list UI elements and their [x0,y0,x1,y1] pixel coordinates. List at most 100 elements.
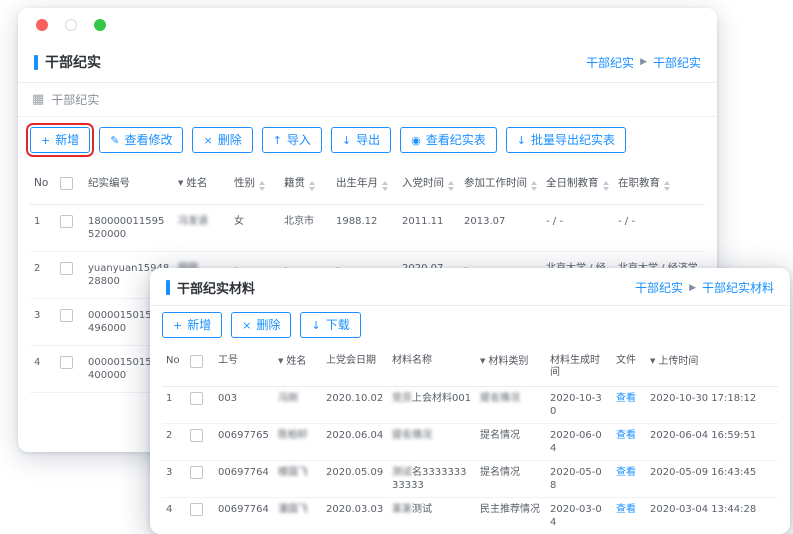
cell-text: 冯发语 [178,216,208,227]
sort-icon[interactable] [448,181,454,191]
filter-icon[interactable]: ▼ [278,357,283,365]
row-checkbox[interactable] [60,309,73,322]
cell: 提名情况 [476,424,546,461]
row-checkbox[interactable] [60,215,73,228]
table-header-row: No纪实编号▼姓名性别籍贯出生年月入党时间参加工作时间全日制教育在职教育 [30,167,705,205]
delete-button[interactable]: ×删除 [231,312,291,338]
row-checkbox[interactable] [190,503,203,516]
cell-text: 2020-10-30 [550,393,602,417]
sort-icon[interactable] [531,181,537,191]
cell: 提名情况 [476,387,546,424]
column-header[interactable]: ▼姓名 [274,348,322,387]
column-header-no: No [162,348,186,387]
sort-icon[interactable] [664,181,670,191]
cell: 陈柏轩 [274,424,322,461]
cell: 2013.07 [460,205,542,252]
column-header[interactable]: 材料生成时间 [546,348,612,387]
cell: 2020-10-30 17:18:12 [646,387,778,424]
column-header[interactable]: 参加工作时间 [460,167,542,205]
view-file-link[interactable]: 查看 [616,430,636,441]
breadcrumb-arrow-icon: ▶ [689,283,696,293]
column-header[interactable]: ▼姓名 [174,167,230,205]
view-record-table-button[interactable]: ◉查看纪实表 [400,127,497,153]
cell: 民主推荐情况 [476,498,546,534]
edit-icon: ✎ [110,135,119,146]
cell: 00697764 [214,498,274,534]
column-header[interactable]: 纪实编号 [84,167,174,205]
column-header[interactable]: 出生年月 [332,167,398,205]
sort-icon[interactable] [603,181,609,191]
breadcrumb-current[interactable]: 干部纪实 [653,54,701,71]
batch-export-record-table-button[interactable]: ↓批量导出纪实表 [506,127,626,153]
cell-text: - / - [618,216,635,227]
row-checkbox[interactable] [60,262,73,275]
cell: 2020.05.09 [322,461,388,498]
page-title-text: 干部纪实 [45,52,101,72]
breadcrumb-link[interactable]: 干部纪实 [635,279,683,296]
cell-text: 2020-03-04 [550,504,602,528]
row-checkbox[interactable] [190,392,203,405]
filter-icon[interactable]: ▼ [178,179,183,187]
table-row: 1180000011595520000冯发语女北京市1988.122011.11… [30,205,705,252]
view-file-link[interactable]: 查看 [616,504,636,515]
column-header[interactable]: 工号 [214,348,274,387]
row-checkbox[interactable] [190,466,203,479]
view-file-link[interactable]: 查看 [616,467,636,478]
column-header[interactable]: 籍贯 [280,167,332,205]
cell-text: 00697764 [218,504,269,515]
table-row: 200697765陈柏轩2020.06.04提名情况提名情况2020-06-04… [162,424,778,461]
cell-text: 2011.11 [402,216,443,227]
filter-icon[interactable]: ▼ [650,357,655,365]
row-index: 4 [162,498,186,534]
row-checkbox[interactable] [60,356,73,369]
column-header[interactable]: ▼材料类别 [476,348,546,387]
import-button[interactable]: ↑导入 [262,127,322,153]
cell: 2011.11 [398,205,460,252]
view-edit-button[interactable]: ✎查看修改 [99,127,183,153]
column-header[interactable]: 入党时间 [398,167,460,205]
column-header[interactable]: 文件 [612,348,646,387]
maximize-window-button[interactable] [94,19,106,31]
column-label: 性别 [234,177,255,189]
column-header[interactable]: 全日制教育 [542,167,614,205]
breadcrumb-current[interactable]: 干部纪实材料 [702,279,774,296]
cell-text: 00697764 [218,467,269,478]
export-button[interactable]: ↓导出 [331,127,391,153]
column-header[interactable]: 材料名称 [388,348,476,387]
sort-icon[interactable] [309,181,315,191]
desktop: 干部纪实 干部纪实 ▶ 干部纪实 ▦ 干部纪实 +新增✎查看修改×删除↑导入↓导… [0,0,793,534]
cell-text: 00697765 [218,430,269,441]
select-all-checkbox[interactable] [190,355,203,368]
column-header[interactable]: 上党会日期 [322,348,388,387]
column-label: 籍贯 [284,177,305,189]
column-header[interactable]: ▼上传时间 [646,348,778,387]
row-index: 1 [30,205,56,252]
cell-text: 2020-06-04 [550,430,602,454]
page-header: 干部纪实 干部纪实 ▶ 干部纪实 [18,42,717,83]
column-header[interactable]: 在职教育 [614,167,705,205]
breadcrumb-link[interactable]: 干部纪实 [586,54,634,71]
row-checkbox[interactable] [190,429,203,442]
cell-text: 女 [234,216,244,227]
add-button[interactable]: +新增 [30,127,90,153]
close-window-button[interactable] [36,19,48,31]
minimize-window-button[interactable] [65,19,77,31]
view-file-link[interactable]: 查看 [616,393,636,404]
button-label: 删除 [218,132,242,148]
cell: 提名情况 [476,461,546,498]
table-row: 400697764潘国飞2020.03.03某某测试民主推荐情况2020-03-… [162,498,778,534]
select-all-checkbox[interactable] [60,177,73,190]
column-label: 材料名称 [392,355,432,366]
cell: 2020.10.02 [322,387,388,424]
sort-icon[interactable] [259,181,265,191]
button-label: 新增 [187,317,211,333]
cell-text: 冯刚 [278,393,298,404]
column-label: 材料类别 [488,356,528,367]
filter-icon[interactable]: ▼ [480,357,485,365]
download-button[interactable]: ↓下载 [300,312,360,338]
add-button[interactable]: +新增 [162,312,222,338]
column-header[interactable]: 性别 [230,167,280,205]
button-label: 下载 [326,317,350,333]
delete-button[interactable]: ×删除 [192,127,252,153]
sort-icon[interactable] [382,181,388,191]
